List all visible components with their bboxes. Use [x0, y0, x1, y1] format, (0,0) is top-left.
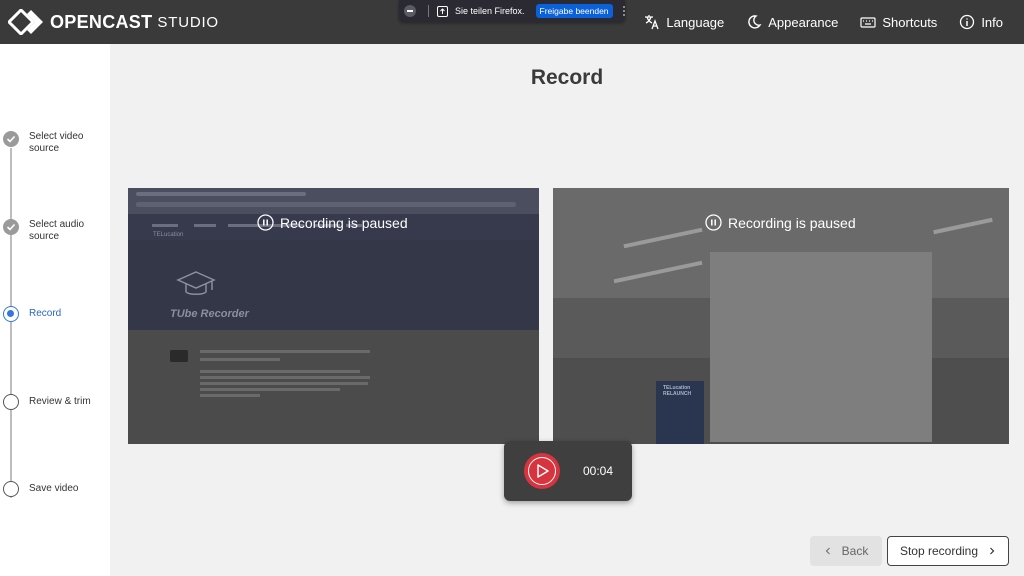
- chevron-left-icon: [825, 547, 830, 555]
- step-save-video[interactable]: Save video: [3, 481, 99, 497]
- step-review-trim[interactable]: Review & trim: [3, 394, 99, 410]
- recording-paused-text: Recording is paused: [728, 214, 856, 231]
- language-label: Language: [666, 14, 725, 30]
- check-icon: [3, 219, 19, 235]
- step-label: Review & trim: [29, 396, 91, 407]
- appearance-label: Appearance: [768, 14, 839, 30]
- recording-paused-text: Recording is paused: [280, 214, 408, 231]
- drag-handle-icon[interactable]: [622, 6, 625, 16]
- step-select-video-source[interactable]: Select video source: [3, 131, 99, 155]
- camera-preview: TELucation RELAUNCH Recording is paused: [553, 188, 1009, 444]
- captured-browser-toolbar: [128, 188, 539, 214]
- shortcuts-label: Shortcuts: [882, 14, 938, 30]
- step-label: Record: [29, 308, 62, 319]
- info-label: Info: [981, 14, 1003, 30]
- step-label: Select audio source: [29, 219, 85, 242]
- keyboard-icon: [860, 17, 876, 28]
- active-step-icon: [3, 306, 19, 322]
- steps-sidebar: Select video source Select audio source …: [0, 44, 110, 576]
- captured-site-title: TUbe Recorder: [170, 308, 249, 320]
- minimize-indicator-button[interactable]: [404, 5, 416, 17]
- info-button[interactable]: Info: [959, 14, 1003, 30]
- step-label: Select video source: [29, 131, 84, 154]
- step-record[interactable]: Record: [3, 306, 99, 322]
- camera-poster-text: TELucation RELAUNCH: [663, 385, 692, 397]
- stop-recording-button[interactable]: Stop recording: [887, 536, 1009, 566]
- recording-controls: 00:04: [504, 441, 632, 501]
- firefox-sharing-indicator: Sie teilen Firefox. Freigabe beenden: [399, 0, 625, 22]
- recording-paused-overlay: Recording is paused: [257, 214, 408, 231]
- info-icon: [960, 14, 975, 30]
- stop-recording-label: Stop recording: [899, 544, 979, 558]
- captured-site-content: [128, 330, 539, 444]
- pause-circle-icon: [257, 214, 274, 231]
- opencast-logo-icon: [8, 9, 43, 35]
- camera-whiteboard: [710, 252, 932, 442]
- check-icon: [3, 131, 19, 147]
- moon-icon: [748, 15, 762, 29]
- stepper-line: [10, 148, 12, 498]
- language-button[interactable]: Language: [644, 14, 724, 30]
- display-preview: TELucation TUbe Recorder Recording is pa…: [128, 188, 539, 444]
- captured-site-brand: TELucation: [153, 232, 184, 238]
- pause-circle-icon: [705, 214, 722, 231]
- resume-recording-button[interactable]: [524, 453, 560, 489]
- header-nav: Language Appearance Shortcuts Info: [644, 0, 1024, 44]
- pending-step-icon: [3, 394, 19, 410]
- shortcuts-button[interactable]: Shortcuts: [860, 14, 937, 30]
- video-camera-icon: [170, 350, 188, 362]
- screen-share-icon: [437, 5, 448, 17]
- step-label: Save video: [29, 483, 79, 494]
- step-select-audio-source[interactable]: Select audio source: [3, 219, 99, 243]
- logo-subtext: STUDIO: [157, 13, 219, 31]
- chevron-right-icon: [990, 547, 995, 555]
- back-button[interactable]: Back: [810, 536, 882, 566]
- graduation-hat-icon: [176, 271, 216, 295]
- recording-paused-overlay: Recording is paused: [705, 214, 856, 231]
- recording-timer: 00:04: [583, 464, 614, 478]
- pending-step-icon: [3, 481, 19, 497]
- opencast-logo[interactable]: OPENCAST STUDIO: [8, 8, 219, 36]
- back-label: Back: [841, 544, 869, 558]
- translate-icon: [645, 15, 660, 30]
- page-title: Record: [530, 66, 604, 89]
- logo-text: OPENCAST: [50, 11, 153, 32]
- sharing-status-text: Sie teilen Firefox.: [455, 6, 525, 16]
- sharebar-divider: [428, 5, 429, 17]
- stop-sharing-button[interactable]: Freigabe beenden: [535, 4, 613, 18]
- appearance-button[interactable]: Appearance: [746, 14, 838, 30]
